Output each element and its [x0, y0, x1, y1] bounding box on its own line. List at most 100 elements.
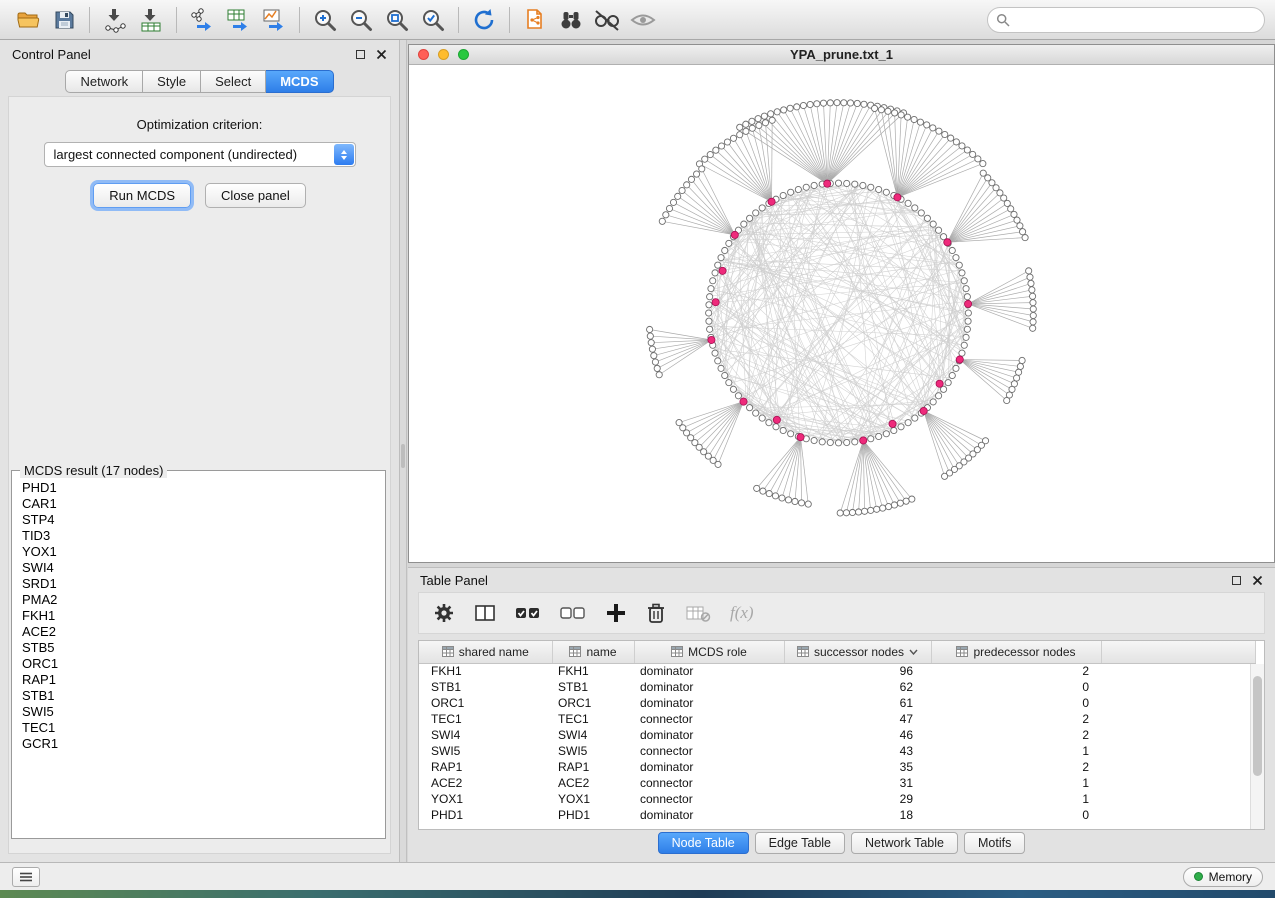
- table-cell[interactable]: 62: [784, 679, 931, 695]
- float-table-panel-icon[interactable]: [1232, 576, 1241, 585]
- table-row[interactable]: TEC1TEC1connector472: [419, 711, 1255, 727]
- table-cell[interactable]: PHD1: [419, 807, 552, 823]
- table-cell[interactable]: SWI4: [419, 727, 552, 743]
- find-button[interactable]: [553, 4, 589, 36]
- table-cell[interactable]: ORC1: [552, 695, 634, 711]
- window-close-icon[interactable]: [418, 49, 429, 60]
- export-network-button[interactable]: [184, 4, 220, 36]
- mcds-result-item[interactable]: TID3: [22, 528, 375, 544]
- export-image-button[interactable]: [256, 4, 292, 36]
- open-session-button[interactable]: [10, 4, 46, 36]
- zoom-in-button[interactable]: [307, 4, 343, 36]
- table-cell[interactable]: FKH1: [419, 663, 552, 679]
- table-cell[interactable]: 2: [931, 711, 1101, 727]
- table-cell[interactable]: 2: [931, 663, 1101, 679]
- table-cell[interactable]: ACE2: [419, 775, 552, 791]
- mcds-result-item[interactable]: GCR1: [22, 736, 375, 752]
- search-input[interactable]: [987, 7, 1265, 33]
- table-scrollbar[interactable]: [1250, 664, 1264, 829]
- mcds-result-item[interactable]: PMA2: [22, 592, 375, 608]
- column-header-shared-name[interactable]: shared name: [419, 641, 552, 663]
- table-cell[interactable]: 43: [784, 743, 931, 759]
- delete-rows-button[interactable]: [646, 602, 666, 624]
- table-cell[interactable]: SWI5: [419, 743, 552, 759]
- table-cell[interactable]: 61: [784, 695, 931, 711]
- table-cell[interactable]: 31: [784, 775, 931, 791]
- tab-style[interactable]: Style: [143, 70, 201, 93]
- mcds-result-item[interactable]: ACE2: [22, 624, 375, 640]
- mcds-result-item[interactable]: RAP1: [22, 672, 375, 688]
- import-table-button[interactable]: [133, 4, 169, 36]
- table-cell[interactable]: 18: [784, 807, 931, 823]
- table-cell[interactable]: dominator: [634, 663, 784, 679]
- tab-network[interactable]: Network: [65, 70, 143, 93]
- panel-divider[interactable]: [400, 40, 407, 862]
- show-graphics-details-button[interactable]: [589, 4, 625, 36]
- status-menu-button[interactable]: [12, 867, 40, 887]
- mcds-result-item[interactable]: STB5: [22, 640, 375, 656]
- table-cell[interactable]: 1: [931, 775, 1101, 791]
- table-cell[interactable]: connector: [634, 775, 784, 791]
- table-row[interactable]: ORC1ORC1dominator610: [419, 695, 1255, 711]
- mcds-result-item[interactable]: CAR1: [22, 496, 375, 512]
- close-table-panel-icon[interactable]: [1252, 575, 1263, 586]
- table-cell[interactable]: dominator: [634, 759, 784, 775]
- table-cell[interactable]: ORC1: [419, 695, 552, 711]
- table-row[interactable]: STB1STB1dominator620: [419, 679, 1255, 695]
- table-cell[interactable]: 0: [931, 807, 1101, 823]
- save-session-button[interactable]: [46, 4, 82, 36]
- table-row[interactable]: RAP1RAP1dominator352: [419, 759, 1255, 775]
- table-cell[interactable]: 46: [784, 727, 931, 743]
- table-cell[interactable]: TEC1: [419, 711, 552, 727]
- table-row[interactable]: FKH1FKH1dominator962: [419, 663, 1255, 679]
- mcds-result-item[interactable]: SRD1: [22, 576, 375, 592]
- table-cell[interactable]: TEC1: [552, 711, 634, 727]
- table-cell[interactable]: 0: [931, 679, 1101, 695]
- delete-table-button[interactable]: [685, 602, 711, 624]
- table-cell[interactable]: dominator: [634, 695, 784, 711]
- table-row[interactable]: YOX1YOX1connector291: [419, 791, 1255, 807]
- network-graph[interactable]: [409, 65, 1274, 561]
- zoom-out-button[interactable]: [343, 4, 379, 36]
- close-panel-button[interactable]: Close panel: [205, 183, 306, 208]
- window-zoom-icon[interactable]: [458, 49, 469, 60]
- hide-graphics-details-button[interactable]: [625, 4, 661, 36]
- add-row-button[interactable]: [605, 602, 627, 624]
- refresh-button[interactable]: [466, 4, 502, 36]
- float-panel-icon[interactable]: [356, 50, 365, 59]
- select-all-button[interactable]: [515, 602, 541, 624]
- mcds-result-item[interactable]: SWI4: [22, 560, 375, 576]
- show-columns-button[interactable]: [474, 602, 496, 624]
- network-canvas[interactable]: [409, 65, 1274, 561]
- tab-node-table[interactable]: Node Table: [658, 832, 749, 854]
- table-cell[interactable]: 1: [931, 791, 1101, 807]
- table-cell[interactable]: 96: [784, 663, 931, 679]
- table-cell[interactable]: SWI4: [552, 727, 634, 743]
- table-cell[interactable]: RAP1: [552, 759, 634, 775]
- unselect-all-button[interactable]: [560, 602, 586, 624]
- mcds-result-item[interactable]: FKH1: [22, 608, 375, 624]
- sort-menu-icon[interactable]: [909, 649, 918, 655]
- mcds-result-item[interactable]: PHD1: [22, 480, 375, 496]
- table-row[interactable]: SWI5SWI5connector431: [419, 743, 1255, 759]
- table-row[interactable]: SWI4SWI4dominator462: [419, 727, 1255, 743]
- memory-button[interactable]: Memory: [1183, 867, 1263, 887]
- table-cell[interactable]: 2: [931, 727, 1101, 743]
- table-cell[interactable]: dominator: [634, 807, 784, 823]
- tab-mcds[interactable]: MCDS: [266, 70, 333, 93]
- table-cell[interactable]: RAP1: [419, 759, 552, 775]
- table-cell[interactable]: FKH1: [552, 663, 634, 679]
- clone-network-button[interactable]: [517, 4, 553, 36]
- network-window-titlebar[interactable]: YPA_prune.txt_1: [409, 45, 1274, 65]
- table-cell[interactable]: 0: [931, 695, 1101, 711]
- window-minimize-icon[interactable]: [438, 49, 449, 60]
- close-panel-icon[interactable]: [376, 49, 387, 60]
- tab-network-table[interactable]: Network Table: [851, 832, 958, 854]
- table-cell[interactable]: YOX1: [419, 791, 552, 807]
- mcds-result-item[interactable]: YOX1: [22, 544, 375, 560]
- table-cell[interactable]: STB1: [552, 679, 634, 695]
- column-header-name[interactable]: name: [552, 641, 634, 663]
- table-cell[interactable]: dominator: [634, 679, 784, 695]
- column-settings-button[interactable]: [433, 602, 455, 624]
- table-cell[interactable]: 35: [784, 759, 931, 775]
